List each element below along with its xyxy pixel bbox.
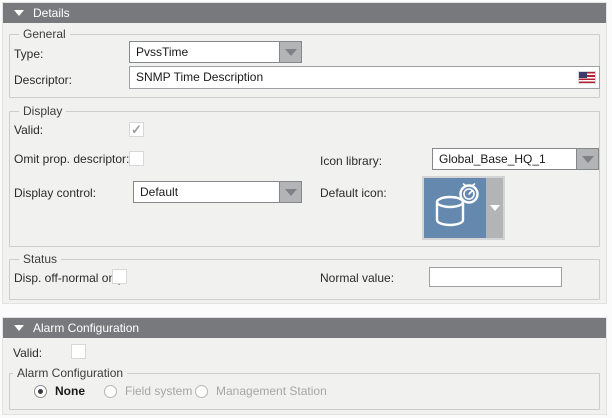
display-control-dropdown-value: Default (134, 182, 279, 202)
radio-unselected-icon[interactable] (104, 385, 117, 398)
icon-library-dropdown[interactable]: Global_Base_HQ_1 (432, 148, 599, 170)
radio-management-station-label: Management Station (216, 384, 327, 398)
icon-library-dropdown-button[interactable] (576, 149, 598, 169)
display-group-label: Display (19, 104, 66, 118)
icon-library-label: Icon library: (320, 154, 382, 168)
normal-value-label: Normal value: (320, 271, 394, 285)
descriptor-input-value: SNMP Time Description (136, 70, 263, 84)
display-control-dropdown[interactable]: Default (133, 181, 302, 203)
radio-unselected-icon[interactable] (195, 385, 208, 398)
type-label: Type: (14, 47, 43, 61)
status-group-label: Status (19, 252, 61, 266)
alarm-configuration-header[interactable]: Alarm Configuration (3, 318, 606, 338)
alarm-config-group-label: Alarm Configuration (13, 366, 127, 380)
radio-none-label: None (55, 384, 85, 398)
display-groupbox: Display Valid: Omit prop. descriptor: Ic… (9, 111, 600, 247)
icon-library-dropdown-value: Global_Base_HQ_1 (433, 149, 576, 169)
details-header[interactable]: Details (3, 3, 606, 23)
details-panel: Details General Type: PvssTime Descripto… (2, 2, 607, 304)
disp-offnormal-label: Disp. off-normal only: (14, 271, 127, 285)
type-dropdown-value: PvssTime (130, 42, 279, 62)
default-icon-label: Default icon: (320, 186, 387, 200)
chevron-down-icon (582, 156, 594, 163)
descriptor-input[interactable]: SNMP Time Description (129, 66, 600, 89)
database-clock-icon (424, 178, 486, 238)
valid-label: Valid: (14, 123, 43, 137)
radio-option-none[interactable]: None (34, 384, 85, 398)
radio-option-management-station[interactable]: Management Station (195, 384, 327, 398)
details-header-title: Details (33, 6, 70, 20)
omit-prop-descriptor-checkbox[interactable] (129, 151, 144, 166)
alarm-header-title: Alarm Configuration (33, 321, 139, 335)
default-icon-dropdown-button[interactable] (486, 178, 503, 238)
collapse-triangle-icon (14, 325, 24, 331)
radio-field-system-label: Field system (125, 384, 192, 398)
omit-prop-descriptor-label: Omit prop. descriptor: (14, 152, 129, 166)
status-groupbox: Status Disp. off-normal only: Normal val… (9, 259, 600, 300)
alarm-configuration-panel: Alarm Configuration Valid: Alarm Configu… (2, 317, 607, 415)
type-dropdown-button[interactable] (279, 42, 301, 62)
general-group-label: General (19, 27, 70, 41)
disp-offnormal-checkbox[interactable] (112, 269, 127, 284)
chevron-down-icon (285, 49, 297, 56)
valid-checkbox[interactable] (129, 122, 144, 137)
us-flag-icon (579, 72, 595, 83)
radio-option-field-system[interactable]: Field system (104, 384, 192, 398)
alarm-valid-checkbox[interactable] (71, 344, 86, 359)
alarm-configuration-groupbox: Alarm Configuration None Field system Ma… (9, 373, 600, 410)
display-control-dropdown-button[interactable] (279, 182, 301, 202)
default-icon-picker[interactable] (422, 176, 505, 240)
collapse-triangle-icon (14, 10, 24, 16)
descriptor-label: Descriptor: (14, 73, 72, 87)
display-control-label: Display control: (14, 186, 96, 200)
type-dropdown[interactable]: PvssTime (129, 41, 302, 63)
alarm-valid-label: Valid: (13, 346, 42, 360)
radio-selected-icon[interactable] (34, 385, 47, 398)
chevron-down-icon (285, 189, 297, 196)
chevron-down-icon (490, 205, 500, 211)
normal-value-input[interactable] (429, 267, 562, 287)
general-groupbox: General Type: PvssTime Descriptor: SNMP … (9, 34, 600, 98)
